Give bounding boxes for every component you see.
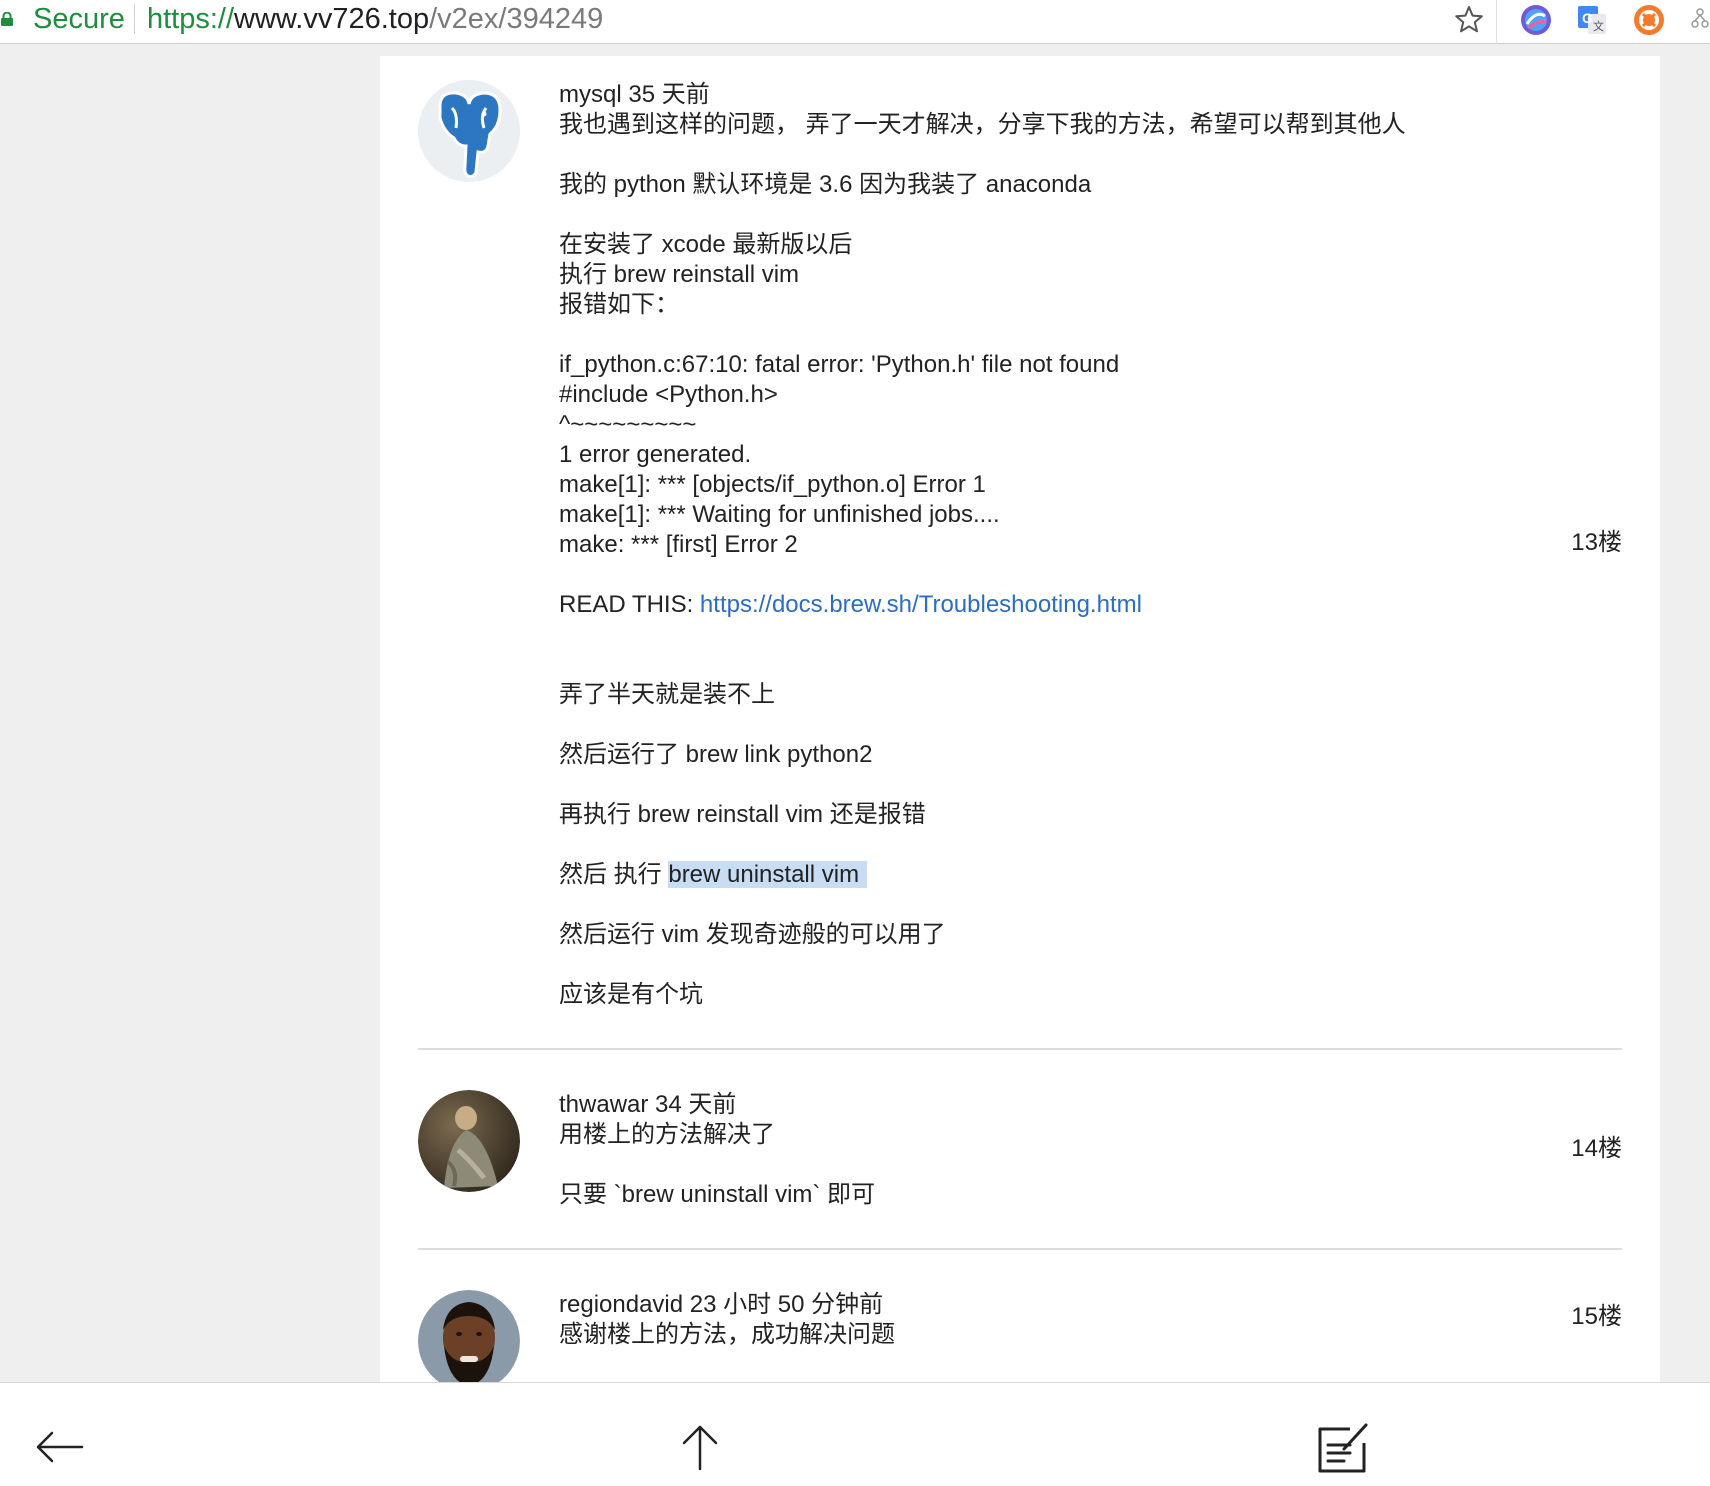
- reply-meta: thwawar 34 天前: [559, 1090, 1459, 1120]
- reply-text-line: 只要 `brew uninstall vim` 即可: [559, 1181, 876, 1208]
- back-arrow-icon[interactable]: [32, 1419, 88, 1475]
- reply-text-line: 执行 brew reinstall vim: [559, 261, 800, 288]
- svg-text:文: 文: [1593, 19, 1604, 33]
- username-link[interactable]: regiondavid: [559, 1291, 683, 1318]
- reply-text-line: make[1]: *** Waiting for unfinished jobs…: [559, 501, 1000, 528]
- reply-text-line: [559, 770, 1459, 800]
- reply-text-line: 1 error generated.: [559, 441, 752, 468]
- username-link[interactable]: mysql: [559, 81, 622, 108]
- reply-text-line: 然后 执行 brew uninstall vim: [559, 860, 1459, 890]
- url-text[interactable]: https://www.vv726.top/v2ex/394249: [147, 2, 603, 36]
- compose-icon[interactable]: [1314, 1419, 1370, 1475]
- reply-text-line: make: *** [first] Error 2: [559, 531, 798, 558]
- reply-text-line: [559, 950, 1459, 980]
- reply-text-line: 弄了半天就是装不上: [559, 681, 775, 708]
- floor-number: 13楼: [1571, 529, 1622, 556]
- reply-meta: regiondavid 23 小时 50 分钟前: [559, 1290, 1459, 1320]
- extension-tree-icon[interactable]: [1690, 4, 1710, 36]
- postgresql-elephant-avatar: [418, 80, 520, 182]
- username-link[interactable]: thwawar: [559, 1091, 648, 1118]
- replies-card: mysql 35 天前 我也遇到这样的问题， 弄了一天才解决，分享下我的方法，希…: [380, 56, 1660, 1382]
- reply-text-line: ^~~~~~~~~~: [559, 411, 697, 438]
- reply-text-line: [559, 890, 1459, 920]
- reply-text-line: 我也遇到这样的问题， 弄了一天才解决，分享下我的方法，希望可以帮到其他人: [559, 111, 1406, 138]
- reply-text-line: READ THIS: https://docs.brew.sh/Troubles…: [559, 590, 1459, 620]
- reply-text-line: make[1]: *** [objects/if_python.o] Error…: [559, 471, 986, 498]
- reply-text-line: [559, 650, 1459, 680]
- reply-item: mysql 35 天前 我也遇到这样的问题， 弄了一天才解决，分享下我的方法，希…: [418, 80, 1622, 1020]
- bottom-toolbar: [0, 1382, 1710, 1486]
- secure-label: Secure: [33, 3, 125, 35]
- reply-text-line: 在安装了 xcode 最新版以后: [559, 231, 853, 258]
- extensions-divider: [1496, 0, 1497, 44]
- reply-text-line: [559, 830, 1459, 860]
- reply-item: thwawar 34 天前 用楼上的方法解决了 只要 `brew uninsta…: [418, 1090, 1622, 1220]
- reply-text-line: [559, 560, 1459, 590]
- svg-text:G: G: [1582, 10, 1593, 26]
- reply-body: mysql 35 天前 我也遇到这样的问题， 弄了一天才解决，分享下我的方法，希…: [559, 80, 1459, 1010]
- url-path: /v2ex/394249: [429, 3, 604, 35]
- reply-time: 34 天前: [655, 1091, 737, 1118]
- reply-text-line: 我的 python 默认环境是 3.6 因为我装了 anaconda: [559, 171, 1092, 198]
- reply-text-line: [559, 140, 1459, 170]
- reply-text-line: [559, 710, 1459, 740]
- reply-text-line: 报错如下：: [559, 291, 679, 318]
- reply-text-line: 用楼上的方法解决了: [559, 1121, 775, 1148]
- reply-time: 23 小时 50 分钟前: [689, 1291, 884, 1318]
- bearded-man-avatar: [418, 1290, 520, 1382]
- translate-icon[interactable]: G 文: [1576, 4, 1608, 36]
- reply-body: regiondavid 23 小时 50 分钟前 感谢楼上的方法，成功解决问题: [559, 1290, 1459, 1350]
- reply-text-line: 感谢楼上的方法，成功解决问题: [559, 1321, 895, 1348]
- reply-item: regiondavid 23 小时 50 分钟前 感谢楼上的方法，成功解决问题 …: [418, 1290, 1622, 1382]
- reply-text-line: [559, 620, 1459, 650]
- lock-icon: [1, 12, 13, 26]
- avatar[interactable]: [418, 80, 520, 182]
- read-this-label: READ THIS:: [559, 591, 700, 618]
- bookmark-star-icon[interactable]: [1453, 4, 1485, 36]
- url-scheme: https://: [147, 3, 235, 35]
- reply-text-line: 应该是有个坑: [559, 981, 703, 1008]
- divider: [418, 1048, 1622, 1050]
- avatar[interactable]: [418, 1290, 520, 1382]
- avatar[interactable]: [418, 1090, 520, 1192]
- reply-text-prefix: 然后 执行: [559, 861, 669, 888]
- scroll-top-icon[interactable]: [672, 1419, 728, 1475]
- url-divider: [134, 4, 135, 34]
- reply-text-line: #include <Python.h>: [559, 381, 778, 408]
- reply-text-line: [559, 200, 1459, 230]
- selected-text[interactable]: brew uninstall vim: [668, 861, 868, 888]
- troubleshooting-link[interactable]: https://docs.brew.sh/Troubleshooting.htm…: [700, 591, 1142, 618]
- reply-text-line: if_python.c:67:10: fatal error: 'Python.…: [559, 351, 1120, 378]
- painting-avatar: [418, 1090, 520, 1192]
- floor-number: 14楼: [1571, 1135, 1622, 1162]
- reply-text-line: 然后运行 vim 发现奇迹般的可以用了: [559, 921, 946, 948]
- reply-time: 35 天前: [628, 81, 710, 108]
- extension-orange-icon[interactable]: [1633, 4, 1665, 36]
- reply-meta: mysql 35 天前: [559, 80, 1459, 110]
- extension-swirl-icon[interactable]: [1520, 4, 1552, 36]
- reply-text-line: 然后运行了 brew link python2: [559, 741, 873, 768]
- reply-text-line: [559, 1150, 1459, 1180]
- reply-text-line: 再执行 brew reinstall vim 还是报错: [559, 801, 926, 828]
- reply-body: thwawar 34 天前 用楼上的方法解决了 只要 `brew uninsta…: [559, 1090, 1459, 1210]
- divider: [418, 1248, 1622, 1250]
- floor-number: 15楼: [1571, 1303, 1622, 1330]
- address-bar[interactable]: Secure https://www.vv726.top/v2ex/394249…: [0, 0, 1710, 44]
- url-host: www.vv726.top: [234, 3, 430, 35]
- reply-text-line: [559, 320, 1459, 350]
